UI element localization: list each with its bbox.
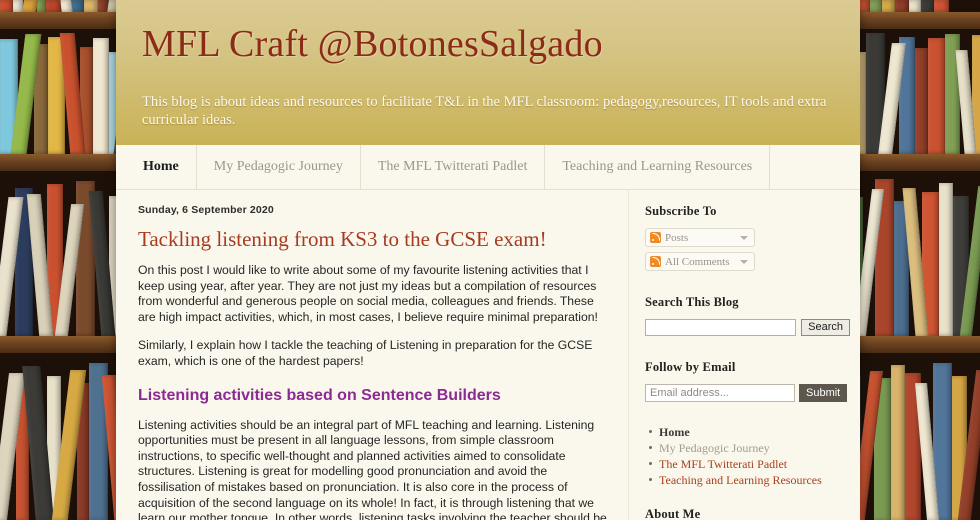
post-paragraph-3: Listening activities should be an integr… bbox=[138, 417, 607, 520]
sidebar-item-my-pedagogic-journey[interactable]: My Pedagogic Journey bbox=[649, 440, 850, 456]
chevron-down-icon bbox=[740, 235, 748, 240]
about-me-heading: About Me bbox=[645, 507, 701, 520]
subscribe-posts-label: Posts bbox=[665, 231, 689, 244]
post-paragraph-1: On this post I would like to write about… bbox=[138, 263, 598, 324]
subscribe-comments-label: All Comments bbox=[665, 255, 730, 268]
tab-teaching-and-learning-resources[interactable]: Teaching and Learning Resources bbox=[545, 145, 771, 189]
subscribe-posts-dropdown[interactable]: Posts bbox=[645, 228, 755, 247]
tab-the-mfl-twitterati-padlet[interactable]: The MFL Twitterati Padlet bbox=[361, 145, 546, 189]
blog-description: This blog is about ideas and resources t… bbox=[142, 94, 827, 128]
post-date: Sunday, 6 September 2020 bbox=[138, 204, 274, 216]
blog-header: MFL Craft @BotonesSalgado This blog is a… bbox=[116, 0, 860, 145]
sidebar-item-home[interactable]: Home bbox=[649, 424, 850, 440]
content-columns: Sunday, 6 September 2020 Tackling listen… bbox=[116, 190, 860, 520]
chevron-down-icon bbox=[740, 259, 748, 264]
sidebar-link-list: Home My Pedagogic Journey The MFL Twitte… bbox=[645, 424, 850, 488]
sidebar-item-teaching-and-learning-resources[interactable]: Teaching and Learning Resources bbox=[649, 472, 850, 488]
post-paragraph-2: Similarly, I explain how I tackle the te… bbox=[138, 338, 593, 368]
page-title: MFL Craft @BotonesSalgado bbox=[142, 23, 603, 65]
subscribe-comments-dropdown[interactable]: All Comments bbox=[645, 252, 755, 271]
main-content: Sunday, 6 September 2020 Tackling listen… bbox=[116, 190, 628, 520]
email-field[interactable] bbox=[645, 384, 795, 402]
search-button[interactable]: Search bbox=[801, 319, 850, 336]
blog-container: MFL Craft @BotonesSalgado This blog is a… bbox=[116, 0, 860, 520]
primary-navigation: Home My Pedagogic Journey The MFL Twitte… bbox=[116, 145, 860, 190]
tab-my-pedagogic-journey[interactable]: My Pedagogic Journey bbox=[197, 145, 361, 189]
sidebar-item-the-mfl-twitterati-padlet[interactable]: The MFL Twitterati Padlet bbox=[649, 456, 850, 472]
search-form: Search bbox=[645, 319, 850, 336]
follow-by-email-form: Submit bbox=[645, 384, 850, 402]
search-heading: Search This Blog bbox=[645, 295, 739, 309]
sidebar: Subscribe To Posts All Comments Search T… bbox=[628, 190, 860, 520]
tab-home[interactable]: Home bbox=[126, 145, 197, 189]
subscribe-heading: Subscribe To bbox=[645, 204, 717, 218]
rss-icon bbox=[650, 256, 661, 267]
post-title[interactable]: Tackling listening from KS3 to the GCSE … bbox=[138, 227, 608, 251]
search-input[interactable] bbox=[645, 319, 797, 336]
follow-by-email-heading: Follow by Email bbox=[645, 360, 736, 374]
rss-icon bbox=[650, 232, 661, 243]
post-subheading: Listening activities based on Sentence B… bbox=[138, 386, 501, 404]
submit-button[interactable]: Submit bbox=[799, 384, 848, 402]
